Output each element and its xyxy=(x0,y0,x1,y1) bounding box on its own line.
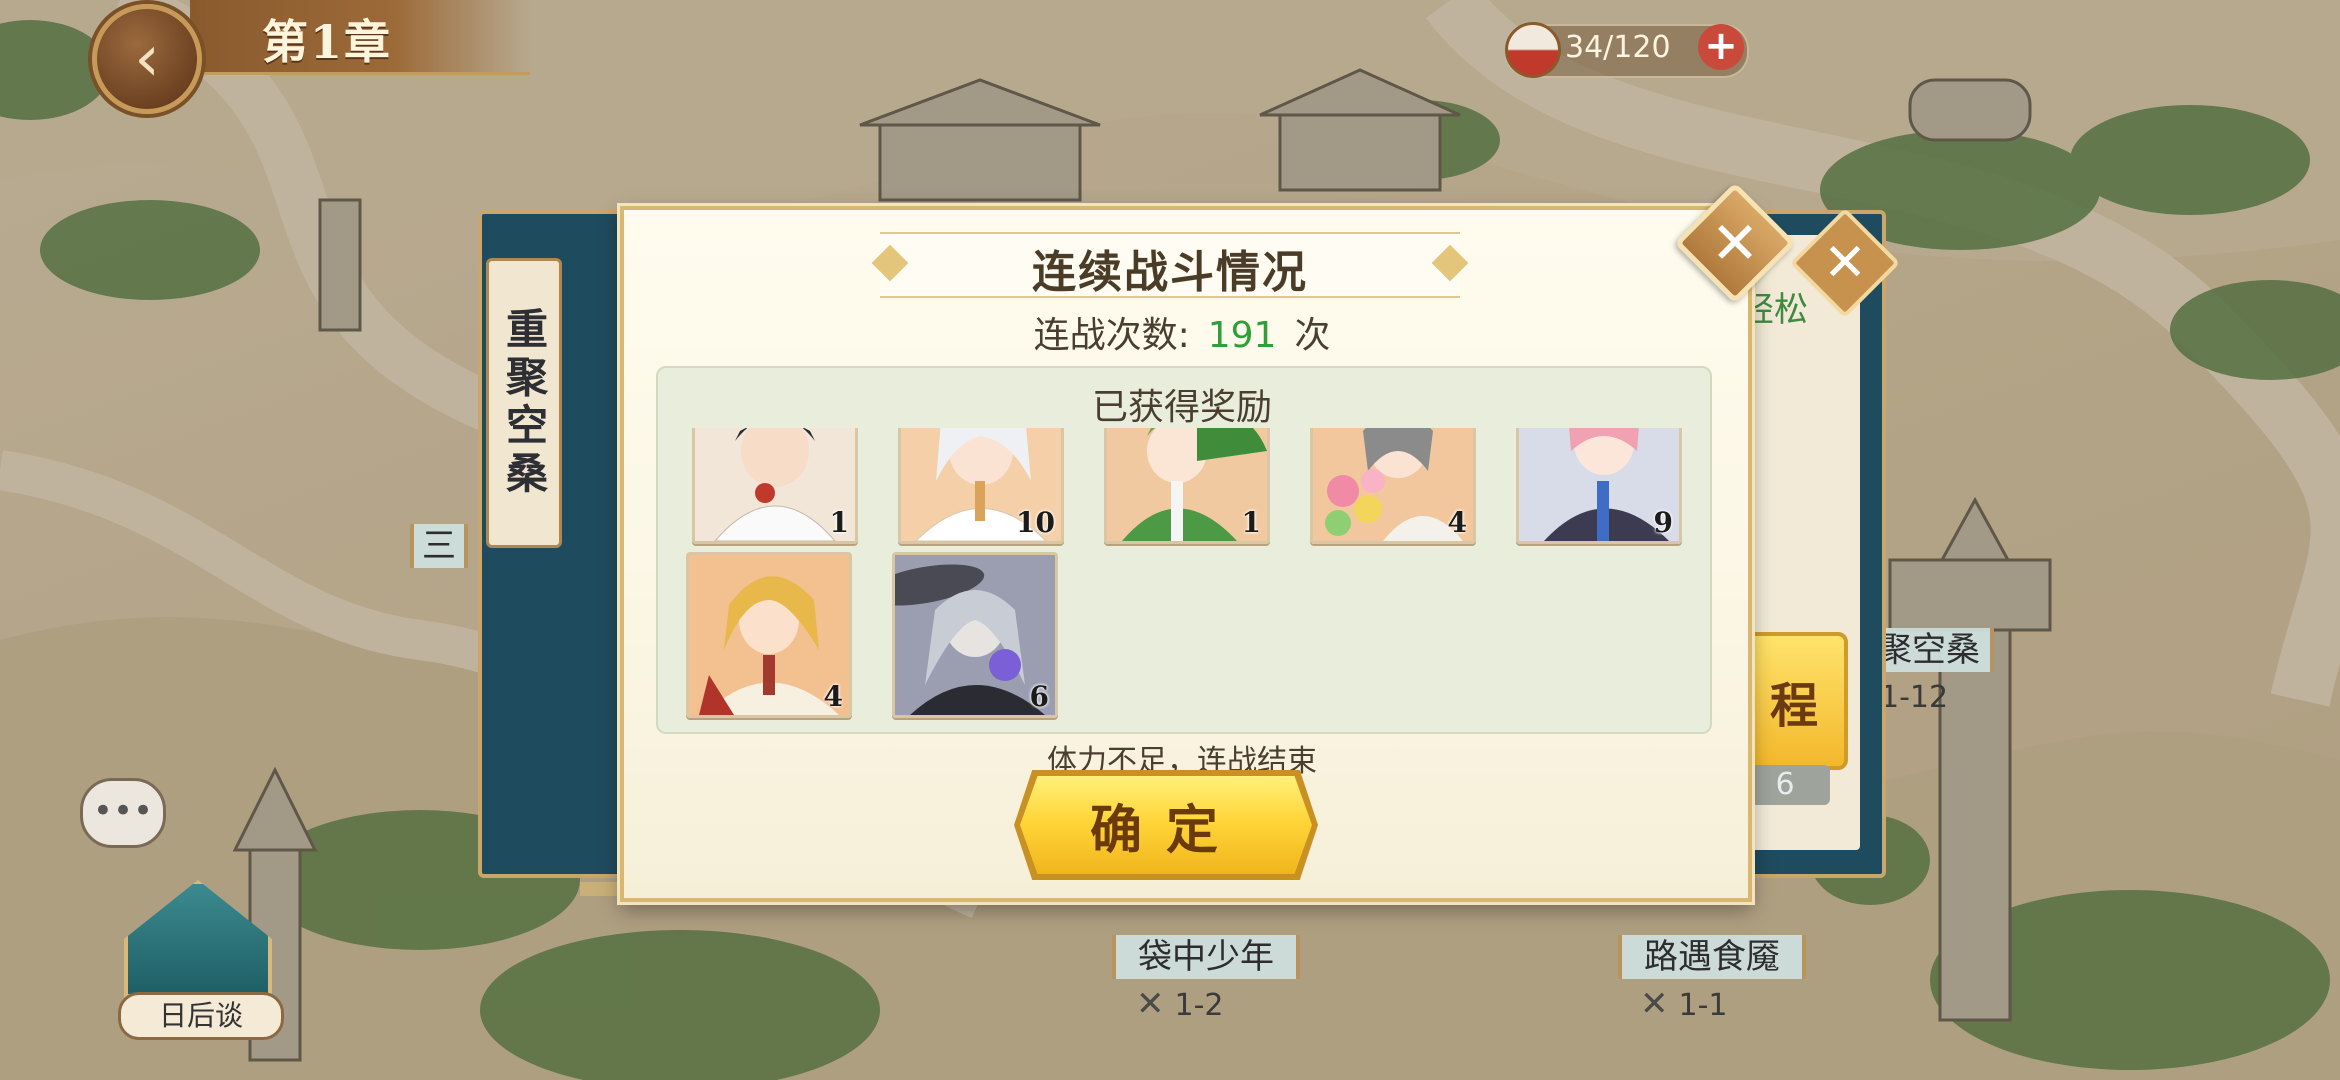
reward-card[interactable]: 9 xyxy=(1516,428,1682,544)
chat-bubble-icon[interactable]: ••• xyxy=(80,778,166,848)
stage-label-partial[interactable]: 三 xyxy=(410,524,468,568)
battle-count-row: 连战次数: 191 次 xyxy=(620,306,1744,358)
chevron-left-icon: ‹ xyxy=(134,22,160,96)
rewards-header: 已获得奖励 xyxy=(1091,387,1272,428)
rewards-grid[interactable]: 1 10 1 4 9 4 6 xyxy=(680,428,1690,723)
stage-code: 1-12 xyxy=(1880,680,1949,715)
stage-label[interactable]: 袋中少年 xyxy=(1112,935,1300,979)
reward-quantity: 6 xyxy=(1029,680,1049,713)
reward-card[interactable]: 6 xyxy=(892,552,1058,718)
crossed-swords-icon: ✕ xyxy=(1640,984,1669,1024)
battle-count-label: 连战次数: xyxy=(1033,315,1190,356)
stage-code: ✕ 1-2 xyxy=(1136,984,1224,1024)
close-icon: ✕ xyxy=(1710,209,1760,277)
battle-count-value: 191 xyxy=(1207,315,1277,356)
start-journey-button[interactable]: 程 xyxy=(1740,632,1848,770)
close-icon: ✕ xyxy=(1823,233,1867,293)
back-button[interactable]: ‹ xyxy=(92,4,202,114)
add-stamina-button[interactable]: + xyxy=(1698,24,1744,70)
reward-card[interactable]: 1 xyxy=(692,428,858,544)
story-button[interactable]: 日后谈 xyxy=(118,992,284,1040)
reward-card[interactable]: 4 xyxy=(1310,428,1476,544)
stage-code: ✕ 1-1 xyxy=(1640,984,1728,1024)
reward-quantity: 4 xyxy=(823,680,843,713)
reward-card[interactable]: 10 xyxy=(898,428,1064,544)
stage-name-tag: 重聚空桑 xyxy=(486,258,562,548)
reward-quantity: 9 xyxy=(1653,506,1673,539)
reward-card[interactable]: 1 xyxy=(1104,428,1270,544)
stage-label[interactable]: 路遇食魇 xyxy=(1618,935,1806,979)
battle-count-unit: 次 xyxy=(1294,315,1331,356)
chapter-title: 第1章 xyxy=(262,15,393,69)
confirm-button[interactable]: 确定 xyxy=(1020,776,1312,874)
reward-quantity: 1 xyxy=(1241,506,1261,539)
dialog-title: 连续战斗情况 xyxy=(1032,247,1308,298)
stamina-icon xyxy=(1505,22,1561,78)
crossed-swords-icon: ✕ xyxy=(1136,984,1165,1024)
reward-quantity: 1 xyxy=(829,506,849,539)
reward-quantity: 4 xyxy=(1447,506,1467,539)
reward-quantity: 10 xyxy=(1016,506,1055,539)
stamina-cost: 6 xyxy=(1740,765,1830,805)
stamina-value: 34/120 xyxy=(1565,30,1671,65)
reward-card[interactable]: 4 xyxy=(686,552,852,718)
